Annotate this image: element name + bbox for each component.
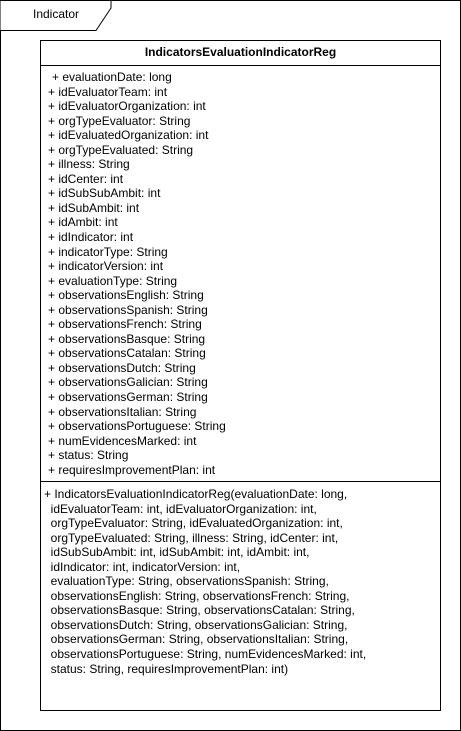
operation-line: idSubSubAmbit: int, idSubAmbit: int, idA… [44, 545, 310, 560]
attribute-item: + idIndicator: int [48, 230, 134, 245]
attribute-item: + idSubSubAmbit: int [48, 186, 161, 201]
class-name-divider [41, 65, 440, 66]
attribute-item: + status: String [48, 448, 129, 463]
attribute-item: + requiresImprovementPlan: int [48, 462, 216, 477]
attribute-item: + observationsDutch: String [48, 360, 196, 375]
operation-line: observationsDutch: String, observationsG… [44, 617, 348, 632]
operation-line: evaluationType: String, observationsSpan… [44, 574, 329, 589]
attribute-item: + observationsSpanish: String [48, 302, 208, 317]
attribute-item: + observationsPortuguese: String [48, 419, 226, 434]
operation-line: observationsGerman: String, observations… [44, 632, 349, 647]
class-name: IndicatorsEvaluationIndicatorReg [144, 45, 337, 59]
operation-line: observationsBasque: String, observations… [44, 603, 355, 618]
operation-line: idEvaluatorTeam: int, idEvaluatorOrganiz… [44, 501, 317, 516]
operation-line: observationsEnglish: String, observation… [44, 588, 350, 603]
attribute-item: + observationsGerman: String [48, 390, 208, 405]
operation-line: status: String, requiresImprovementPlan:… [44, 661, 289, 676]
operations-divider [41, 481, 440, 482]
attribute-item: + orgTypeEvaluated: String [48, 142, 194, 157]
attribute-item: + observationsItalian: String [48, 404, 197, 419]
attribute-item: + observationsEnglish: String [48, 288, 204, 303]
attribute-item: + observationsGalician: String [48, 375, 208, 390]
attribute-item: + observationsCatalan: String [48, 346, 206, 361]
attribute-item: + idCenter: int [48, 171, 124, 186]
attribute-item: + indicatorVersion: int [48, 259, 164, 274]
operation-line: idIndicator: int, indicatorVersion: int, [44, 559, 241, 574]
attribute-list: + evaluationDate: long + idEvaluatorTeam:… [48, 70, 226, 477]
attribute-item: + observationsBasque: String [48, 331, 206, 346]
operation-line: observationsPortuguese: String, numEvide… [44, 647, 367, 662]
attribute-item: + idAmbit: int [48, 215, 118, 230]
package-label: Indicator [33, 7, 80, 21]
attribute-item: + observationsFrench: String [48, 317, 202, 332]
attribute-item: + illness: String [48, 157, 130, 172]
attribute-item: + idEvaluatorTeam: int [48, 84, 168, 99]
attribute-item: + orgTypeEvaluator: String [48, 113, 191, 128]
operation-list: + IndicatorsEvaluationIndicatorReg(evalu… [44, 487, 366, 676]
attribute-item: + idSubAmbit: int [48, 200, 140, 215]
attribute-item: + idEvaluatorOrganization: int [48, 99, 206, 114]
package-tab[interactable]: Indicator [0, 0, 112, 31]
operation-line: orgTypeEvaluator: String, idEvaluatedOrg… [44, 516, 343, 531]
operation-line: + IndicatorsEvaluationIndicatorReg(evalu… [44, 487, 348, 501]
operation-line: orgTypeEvaluated: String, illness: Strin… [44, 530, 339, 545]
attribute-item: + idEvaluatedOrganization: int [48, 128, 209, 143]
attribute-item: + indicatorType: String [48, 244, 168, 259]
attribute-item: + evaluationDate: long [52, 70, 172, 84]
attribute-item: + numEvidencesMarked: int [48, 433, 197, 448]
class-box[interactable]: IndicatorsEvaluationIndicatorReg + evalu… [40, 40, 441, 711]
attribute-item: + evaluationType: String [48, 273, 178, 288]
